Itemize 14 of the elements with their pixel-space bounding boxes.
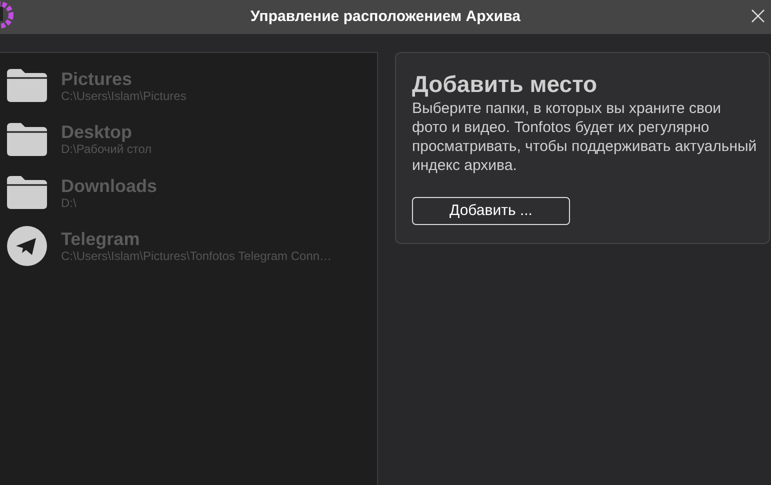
close-icon[interactable] <box>751 9 765 23</box>
location-name: Pictures <box>61 68 134 89</box>
card-heading: Добавить место <box>412 70 598 99</box>
card-description: Выберите папки, в которых вы храните свои фото и видео. Tonfotos будет их регулярно просматривать, чтобы поддерживать актуальный индекс архива. <box>412 99 757 175</box>
window-title: Управление расположением Архива <box>250 6 520 27</box>
paper-plane-icon <box>6 226 46 266</box>
folder-icon <box>6 176 46 210</box>
folder-icon <box>6 69 46 102</box>
location-name: Downloads <box>61 176 158 196</box>
location-name: Desktop <box>61 122 134 142</box>
app-logo-icon <box>0 1 14 31</box>
folder-icon <box>6 122 46 156</box>
location-name: Telegram <box>61 229 141 250</box>
add-button[interactable]: Добавить ... <box>412 197 570 225</box>
